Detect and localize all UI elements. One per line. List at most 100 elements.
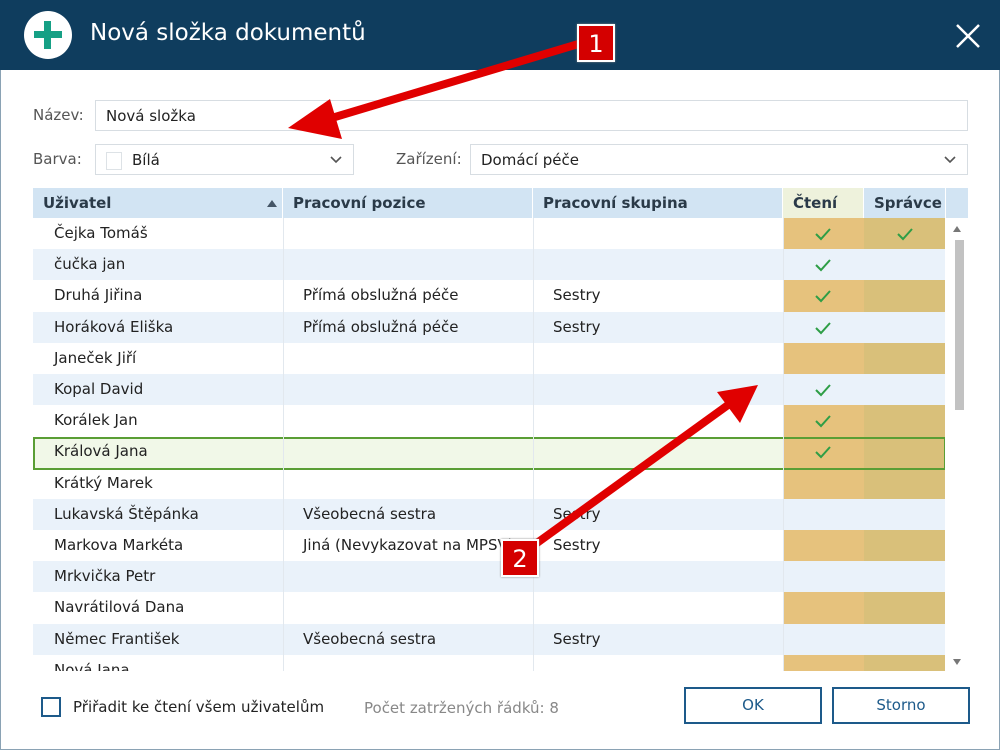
read-checkmark-icon[interactable] [814,383,832,397]
table-row[interactable]: Němec František Všeobecná sestra Sestry [33,623,945,655]
group-cell [533,655,783,671]
header-admin[interactable]: Správce [864,188,946,218]
table-row[interactable]: čučka jan [33,249,945,281]
ok-button[interactable]: OK [684,687,822,724]
color-label: Barva: [33,150,82,168]
position-cell [283,218,533,249]
header-group[interactable]: Pracovní skupina [533,188,783,218]
position-cell [283,405,533,436]
plus-circle-icon [24,11,72,59]
table-row[interactable]: Korálek Jan [33,405,945,436]
close-icon[interactable] [950,18,986,54]
position-cell: Přímá obslužná péče [303,317,459,336]
position-cell: Všeobecná sestra [303,504,437,523]
title-bar: Nová složka dokumentů [0,0,1000,70]
admin-checkmark-icon[interactable] [896,227,914,241]
read-checkmark-icon[interactable] [814,414,832,428]
device-value: Domácí péče [481,151,579,169]
chevron-down-icon [944,156,956,164]
cancel-button[interactable]: Storno [832,687,970,724]
position-cell [283,249,533,280]
callout-badge-1: 1 [577,24,615,62]
table-header: Uživatel Pracovní pozice Pracovní skupin… [33,188,968,218]
table-row[interactable]: Lukavská Štěpánka Všeobecná sestra Sestry [33,498,945,530]
header-user[interactable]: Uživatel [33,188,283,218]
position-cell [283,374,533,405]
header-read[interactable]: Čtení [783,188,864,218]
table-row[interactable]: Markova Markéta Jiná (Nevykazovat na MPSV… [33,530,945,561]
position-cell [283,468,533,499]
chevron-down-icon [330,156,342,164]
user-cell: Lukavská Štěpánka [54,504,199,523]
assign-all-checkbox[interactable] [41,697,61,717]
user-cell: čučka jan [54,255,126,274]
user-cell: Korálek Jan [54,411,138,430]
read-checkmark-icon[interactable] [814,289,832,303]
checked-count: Počet zatržených řádků: 8 [364,699,559,717]
user-cell: Nová Jana [54,660,130,671]
group-cell: Sestry [553,317,601,336]
group-cell [533,249,783,280]
user-cell: Krátký Marek [54,473,153,492]
table-row[interactable]: Horáková Eliška Přímá obslužná péče Sestry [33,311,945,343]
group-cell: Sestry [553,536,601,554]
position-cell [283,343,533,374]
color-select[interactable]: Bílá [95,144,354,175]
user-cell: Markova Markéta [54,536,184,554]
position-cell [283,561,533,592]
device-select[interactable]: Domácí péče [470,144,968,175]
user-cell: Navrátilová Dana [54,598,185,617]
user-cell: Horáková Eliška [54,317,174,336]
table-row[interactable]: Druhá Jiřina Přímá obslužná péče Sestry [33,280,945,311]
user-cell: Němec František [54,629,180,648]
name-label: Název: [33,106,84,124]
read-checkmark-icon[interactable] [814,227,832,241]
table-row[interactable]: Kopal David [33,374,945,405]
user-cell: Čejka Tomáš [54,224,148,242]
selected-row-outline [33,437,946,470]
user-cell: Janeček Jiří [54,348,137,367]
table-row[interactable]: Navrátilová Dana [33,592,945,623]
scrollbar-thumb[interactable] [955,240,964,410]
group-cell [533,343,783,374]
device-label: Zařízení: [396,150,462,168]
read-checkmark-icon[interactable] [814,258,832,272]
column-divider [783,218,784,671]
table-row[interactable]: Krátký Marek [33,468,945,499]
group-cell: Sestry [553,504,601,523]
user-cell: Druhá Jiřina [54,286,143,305]
user-cell: Kopal David [54,380,144,398]
group-cell [533,218,783,249]
assign-all-label[interactable]: Přiřadit ke čtení všem uživatelům [73,698,324,716]
sort-ascending-icon[interactable] [267,200,277,207]
window-title: Nová složka dokumentů [90,20,366,46]
table-row[interactable]: Nová Jana [33,655,945,671]
group-cell: Sestry [553,286,601,305]
callout-badge-2: 2 [501,539,539,577]
group-cell: Sestry [553,629,601,648]
column-divider [283,218,284,671]
header-position[interactable]: Pracovní pozice [283,188,533,218]
scroll-up-icon[interactable] [953,226,961,232]
color-swatch [106,151,122,170]
name-input[interactable]: Nová složka [95,100,968,131]
color-value: Bílá [132,151,160,169]
position-cell [283,592,533,623]
user-cell: Mrkvička Petr [54,567,156,586]
position-cell [283,655,533,671]
table-row[interactable]: Mrkvička Petr [33,561,945,593]
position-cell: Jiná (Nevykazovat na MPSV) [303,536,514,554]
position-cell: Přímá obslužná péče [303,286,459,305]
users-table: Uživatel Pracovní pozice Pracovní skupin… [33,188,968,671]
read-checkmark-icon[interactable] [814,321,832,335]
table-row[interactable]: Čejka Tomáš [33,218,945,249]
group-cell [533,468,783,499]
group-cell [533,374,783,405]
column-divider [533,218,534,671]
table-row[interactable]: Janeček Jiří [33,343,945,374]
group-cell [533,561,783,592]
group-cell [533,592,783,623]
position-cell: Všeobecná sestra [303,629,437,648]
scroll-down-icon[interactable] [953,659,961,665]
group-cell [533,405,783,436]
